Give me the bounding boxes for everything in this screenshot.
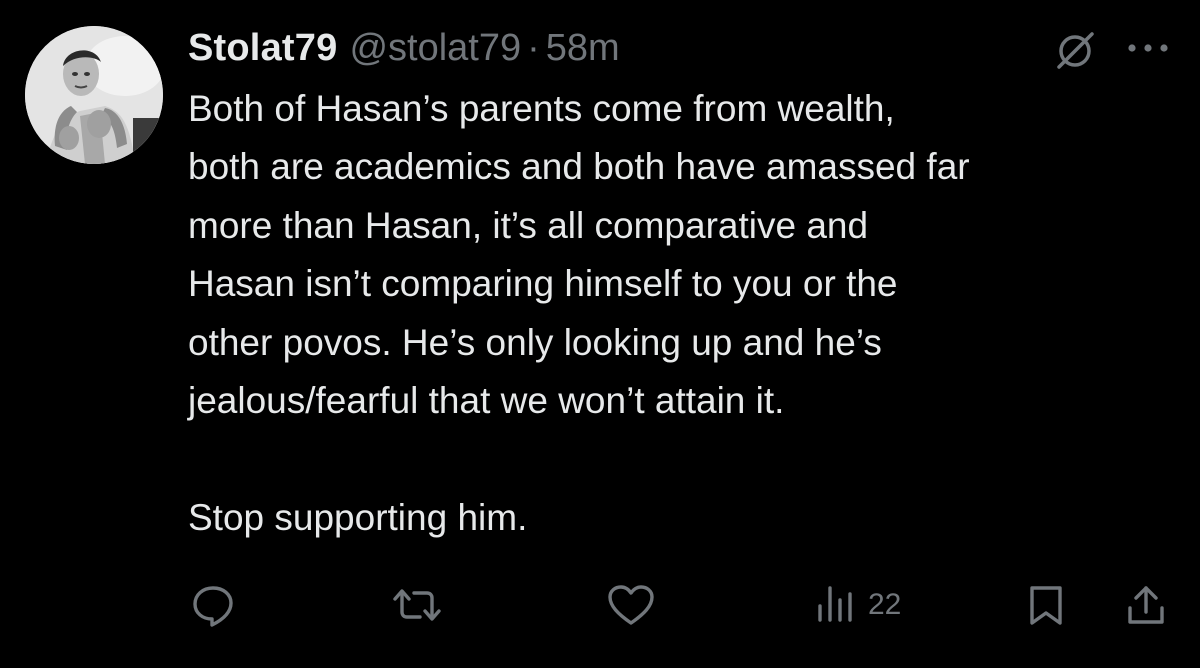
tweet-text-line: other povos. He’s only looking up and he… [188,321,882,363]
like-icon [606,582,656,628]
tweet-header: Stolat79 @stolat79 · 58m [188,22,620,74]
tweet-text-line: Both of Hasan’s parents come from wealth… [188,88,895,129]
tweet: Stolat79 @stolat79 · 58m Both of Hasan’s… [0,0,1200,668]
display-name[interactable]: Stolat79 [188,27,337,70]
action-bar: 22 [0,580,1200,630]
tweet-text-line: more than Hasan, it’s all comparative an… [188,204,869,246]
grok-icon[interactable] [1052,28,1098,74]
share-icon [1124,582,1168,628]
avatar[interactable] [25,26,163,164]
bookmark-icon [1026,582,1066,628]
views-button[interactable]: 22 [816,580,901,630]
tweet-text-line: Hasan isn’t comparing himself to you or … [188,263,898,305]
tweet-text-line: jealous/fearful that we won’t attain it. [188,379,785,421]
retweet-button[interactable] [392,580,442,630]
tweet-text-closing: Stop supporting him. [188,496,528,538]
share-button[interactable] [1124,580,1168,630]
reply-icon [190,582,236,628]
more-icon[interactable] [1124,36,1172,60]
tweet-text: Both of Hasan’s parents come from wealth… [188,80,1188,547]
timestamp[interactable]: 58m [546,27,620,70]
like-button[interactable] [606,580,656,630]
handle[interactable]: @stolat79 [349,27,521,70]
tweet-text-line: both are academics and both have amassed… [188,146,970,188]
reply-button[interactable] [190,580,236,630]
retweet-icon [392,582,442,628]
views-count: 22 [868,588,902,621]
separator: · [527,26,540,69]
views-icon [816,582,858,628]
bookmark-button[interactable] [1026,580,1066,630]
